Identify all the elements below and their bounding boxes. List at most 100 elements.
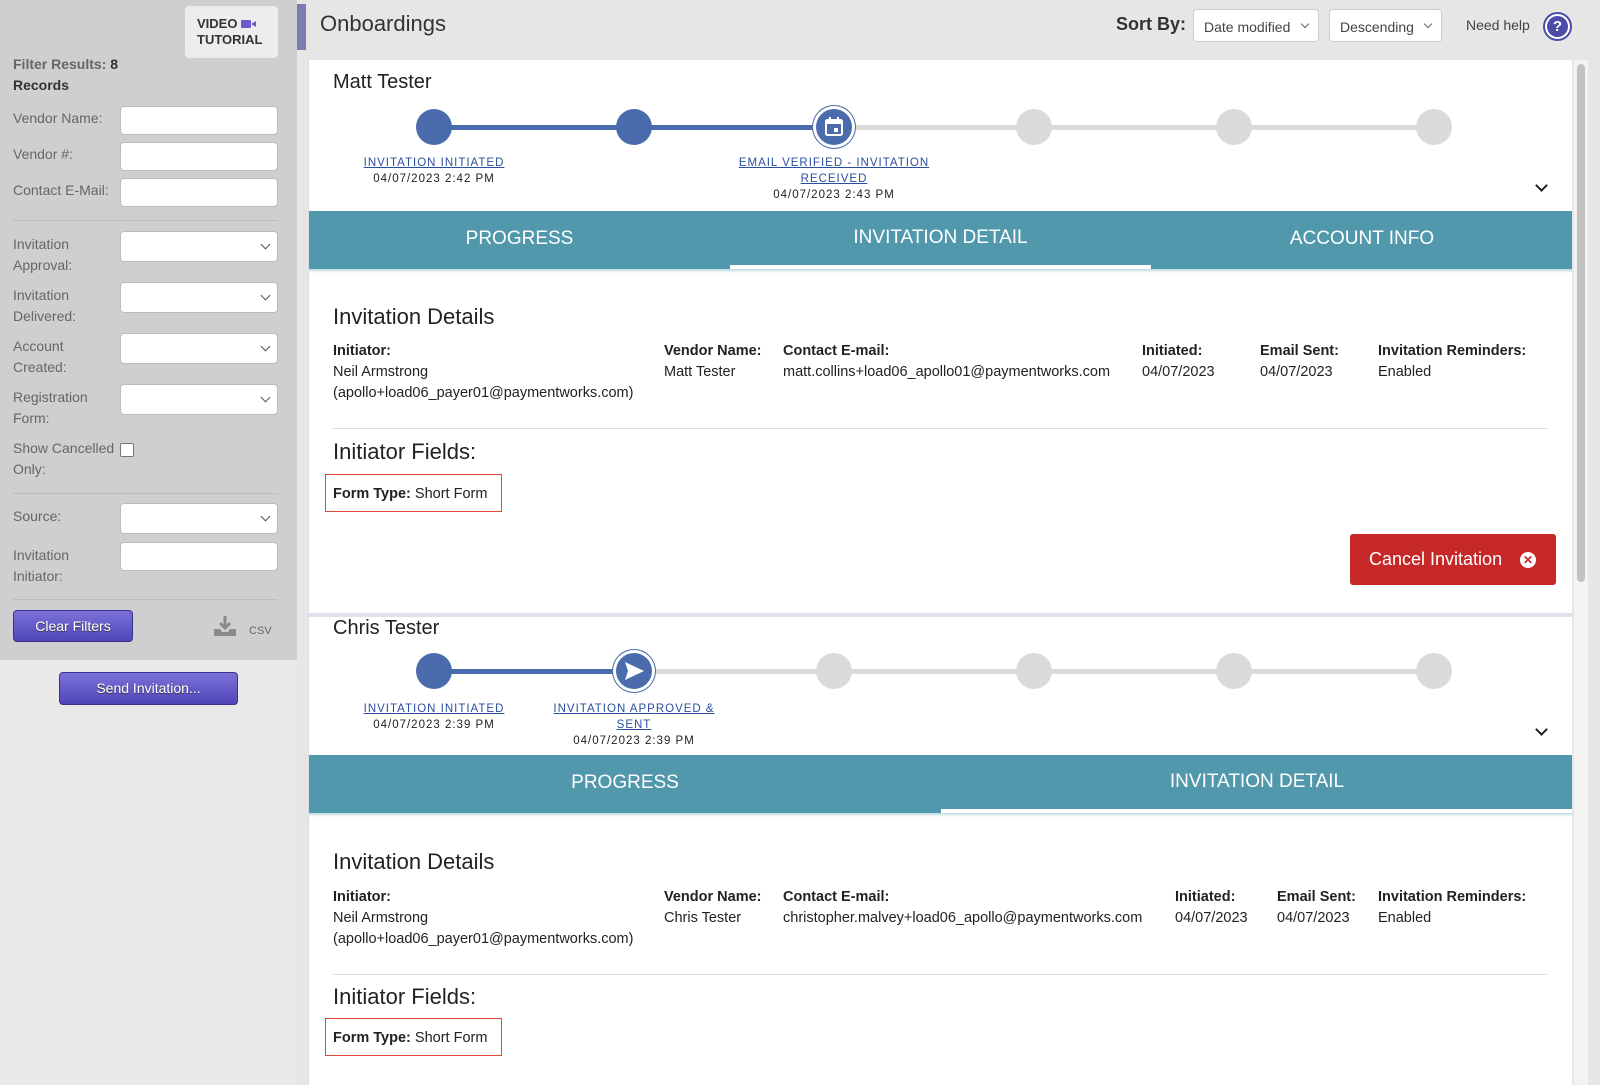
sort-field-select[interactable]: Date modified [1193,9,1319,42]
step-link[interactable]: INVITATION APPROVED & [534,701,734,717]
step-date: 04/07/2023 2:39 PM [573,735,695,747]
reminders-value: Enabled [1378,364,1432,380]
vendor-name-input[interactable] [120,106,278,135]
tab-invitation-detail[interactable]: INVITATION DETAIL [941,755,1572,813]
initiated-column: Initiated: 04/07/2023 [1175,887,1248,929]
chevron-down-icon [1300,19,1310,29]
clear-filters-button[interactable]: Clear Filters [13,610,133,642]
card-separator [309,613,1572,617]
email-sent-heading: Email Sent: [1277,889,1356,905]
video-tutorial-label: VIDEO [197,16,238,31]
collapse-chevron-icon[interactable] [1535,723,1548,736]
email-sent-value: 04/07/2023 [1277,910,1350,926]
tab-progress[interactable]: PROGRESS [309,211,730,269]
vendor-name-heading: Vendor Name: [664,889,762,905]
email-sent-column: Email Sent: 04/07/2023 [1277,887,1356,929]
download-icon [214,616,236,636]
step-link[interactable]: INVITATION INITIATED [334,701,534,717]
video-tutorial-button[interactable]: VIDEO TUTORIAL [185,6,278,58]
filter-results-count: 8 [110,56,119,72]
email-sent-heading: Email Sent: [1260,343,1339,359]
vendor-name-heading: Vendor Name: [664,343,762,359]
card-tabs: PROGRESS INVITATION DETAIL [309,755,1572,813]
filter-results-label: Filter Results: [13,56,107,72]
tab-shadow [309,269,1572,273]
contact-email-column: Contact E-mail: matt.collins+load06_apol… [783,341,1110,383]
invitation-details-title: Invitation Details [333,304,495,329]
filter-divider [13,220,278,221]
step-date: 04/07/2023 2:39 PM [373,719,495,731]
reminders-column: Invitation Reminders: Enabled [1378,341,1526,383]
step-label: INVITATION INITIATED 04/07/2023 2:39 PM [334,701,534,733]
show-cancelled-checkbox[interactable] [120,443,134,457]
onboardings-list: Matt Tester INVITATION INITIATED 04/07/2… [308,60,1572,1085]
step-link-cont[interactable]: SENT [534,717,734,733]
contact-email-heading: Contact E-mail: [783,343,890,359]
progress-step-todo [1016,653,1052,689]
invitation-initiator-input[interactable] [120,542,278,571]
vendor-name-column: Vendor Name: Chris Tester [664,887,762,929]
contact-email-label: Contact E-Mail: [13,182,109,198]
initiator-email: (apollo+load06_payer01@paymentworks.com) [333,385,634,401]
invitation-delivered-select[interactable] [120,282,278,313]
sort-order-select[interactable]: Descending [1329,9,1442,42]
source-select[interactable] [120,503,278,534]
reminders-heading: Invitation Reminders: [1378,343,1527,359]
invitation-approval-label: Invitation Approval: [13,236,73,273]
video-camera-icon [241,20,257,28]
step-date: 04/07/2023 2:43 PM [773,189,895,201]
progress-step-done[interactable] [416,653,452,689]
help-icon[interactable]: ? [1543,12,1572,41]
account-created-select[interactable] [120,333,278,364]
csv-export-button[interactable]: CSV [212,614,272,638]
tab-invitation-detail[interactable]: INVITATION DETAIL [730,211,1151,269]
vendor-number-label: Vendor #: [13,146,73,162]
step-label: EMAIL VERIFIED - INVITATION RECEIVED 04/… [734,155,934,203]
reminders-column: Invitation Reminders: Enabled [1378,887,1526,929]
vendor-card-name: Chris Tester [333,617,440,639]
form-type-field: Form Type: Short Form [325,474,502,512]
details-divider [333,974,1547,975]
progress-line-done [434,669,634,674]
progress-step-current[interactable] [616,653,652,689]
step-link-cont[interactable]: RECEIVED [734,171,934,187]
step-link[interactable]: INVITATION INITIATED [334,155,534,171]
initiator-heading: Initiator: [333,343,391,359]
cancel-invitation-button[interactable]: Cancel Invitation ✕ [1350,534,1556,585]
progress-step-todo [1416,109,1452,145]
tab-account-info[interactable]: ACCOUNT INFO [1151,211,1572,269]
collapse-chevron-icon[interactable] [1535,179,1548,192]
vendor-number-input[interactable] [120,142,278,171]
send-invitation-button[interactable]: Send Invitation... [59,672,238,705]
step-link[interactable]: EMAIL VERIFIED - INVITATION [734,155,934,171]
page-title: Onboardings [320,11,446,36]
contact-email-value: christopher.malvey+load06_apollo@payment… [783,910,1143,926]
initiator-column: Initiator: Neil Armstrong (apollo+load06… [333,341,653,404]
invitation-delivered-label: Invitation Delivered: [13,287,77,324]
initiator-name: Neil Armstrong [333,364,429,380]
filter-panel: VIDEO TUTORIAL Filter Results: 8 Records… [0,0,297,660]
progress-step-done[interactable] [616,109,652,145]
initiator-heading: Initiator: [333,889,391,905]
contact-email-input[interactable] [120,178,278,207]
show-cancelled-label: Show Cancelled Only: [13,440,115,477]
progress-step-done[interactable] [416,109,452,145]
contact-email-value: matt.collins+load06_apollo01@paymentwork… [783,364,1111,380]
progress-step-current[interactable] [816,109,852,145]
invitation-approval-select[interactable] [120,231,278,262]
sort-by-label: Sort By: [1116,14,1187,34]
chevron-down-icon [260,239,271,250]
form-type-value: Short Form [414,486,488,502]
tab-progress[interactable]: PROGRESS [309,755,941,813]
invitation-initiator-label: Invitation Initiator: [13,547,70,584]
registration-form-select[interactable] [120,384,278,415]
initiated-column: Initiated: 04/07/2023 [1142,341,1215,383]
card-tabs: PROGRESS INVITATION DETAIL ACCOUNT INFO [309,211,1572,269]
step-label: INVITATION APPROVED & SENT 04/07/2023 2:… [534,701,734,749]
initiator-email: (apollo+load06_payer01@paymentworks.com) [333,931,634,947]
scrollbar-thumb[interactable] [1577,64,1585,582]
progress-step-todo [816,653,852,689]
chevron-down-icon [260,392,271,403]
initiator-fields-title: Initiator Fields: [333,984,477,1009]
sort-order-value: Descending [1340,19,1414,35]
